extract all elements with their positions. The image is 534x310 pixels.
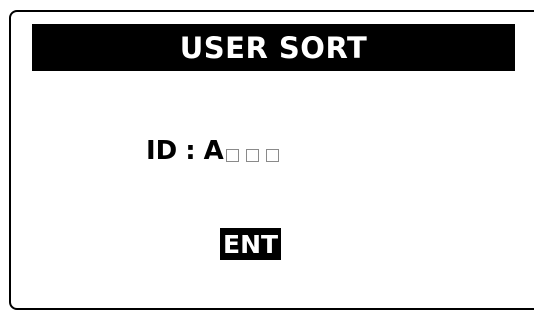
enter-button[interactable]: ENT [220, 228, 282, 260]
id-label: ID [146, 136, 178, 166]
id-empty-slot [225, 148, 239, 162]
id-empty-slot [265, 148, 279, 162]
device-screen: USER SORT ID : A ENT [9, 10, 534, 310]
id-entered-char: A [203, 136, 224, 166]
id-entry-field[interactable]: ID : A [146, 134, 286, 168]
title-bar: USER SORT [32, 24, 515, 71]
screen-title: USER SORT [179, 30, 368, 65]
id-empty-slot [245, 148, 259, 162]
id-separator: : [185, 136, 196, 166]
